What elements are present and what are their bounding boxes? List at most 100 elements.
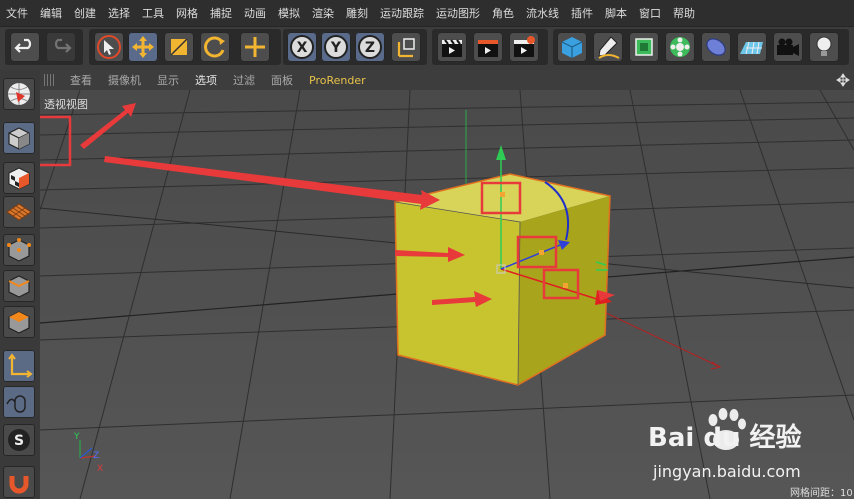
cube-object-button[interactable] bbox=[557, 32, 587, 62]
menu-plugins[interactable]: 插件 bbox=[565, 5, 599, 21]
render-view-button[interactable] bbox=[437, 32, 467, 62]
svg-text:S: S bbox=[14, 433, 24, 449]
menu-select[interactable]: 选择 bbox=[102, 5, 136, 21]
undo-button[interactable] bbox=[10, 32, 40, 62]
scale-icon bbox=[170, 38, 188, 56]
menu-script[interactable]: 脚本 bbox=[599, 5, 633, 21]
menu-edit[interactable]: 编辑 bbox=[34, 5, 68, 21]
polygons-mode-button[interactable] bbox=[3, 306, 35, 338]
deformer-button[interactable] bbox=[701, 32, 731, 62]
z-axis-button[interactable]: Z bbox=[355, 32, 385, 62]
globe-cube-icon bbox=[8, 83, 30, 105]
watermark-url: jingyan.baidu.com bbox=[652, 462, 801, 481]
floor-grid-icon bbox=[740, 41, 763, 55]
axis-handle-x[interactable] bbox=[563, 283, 568, 288]
perspective-viewport[interactable]: Y X Z Bai du 经验 jingyan.baidu.com bbox=[40, 90, 854, 499]
redo-icon bbox=[54, 38, 72, 53]
camera-button[interactable] bbox=[773, 32, 803, 62]
svg-text:Z: Z bbox=[365, 40, 375, 56]
move-tool-button[interactable] bbox=[128, 32, 158, 62]
svg-text:X: X bbox=[297, 40, 308, 56]
snap-button[interactable]: S bbox=[3, 424, 35, 456]
scene-canvas: Y X Z Bai du 经验 jingyan.baidu.com bbox=[40, 90, 854, 499]
cloner-button[interactable] bbox=[665, 32, 695, 62]
edges-mode-button[interactable] bbox=[3, 270, 35, 302]
subdivision-icon bbox=[635, 38, 653, 56]
scale-tool-button[interactable] bbox=[164, 32, 194, 62]
coordinate-system-button[interactable] bbox=[391, 32, 421, 62]
model-mode-button[interactable] bbox=[3, 122, 35, 154]
workplane-mode-button[interactable] bbox=[3, 196, 35, 228]
floor-button[interactable] bbox=[737, 32, 767, 62]
drag-grip-icon[interactable] bbox=[44, 74, 56, 86]
axis-label-y: Y bbox=[73, 432, 80, 442]
menu-animate[interactable]: 动画 bbox=[238, 5, 272, 21]
menu-render[interactable]: 渲染 bbox=[306, 5, 340, 21]
menu-mograph[interactable]: 运动图形 bbox=[430, 5, 486, 21]
render-settings-button[interactable] bbox=[509, 32, 539, 62]
menu-simulate[interactable]: 模拟 bbox=[272, 5, 306, 21]
annotation-box bbox=[40, 115, 72, 167]
locked-workplane-button[interactable] bbox=[3, 466, 35, 498]
x-axis-button[interactable]: X bbox=[287, 32, 317, 62]
magnet-icon bbox=[9, 476, 29, 494]
viewport-menu-panel[interactable]: 面板 bbox=[263, 72, 301, 88]
rotate-tool-button[interactable] bbox=[200, 32, 230, 62]
move-arrows-icon bbox=[132, 36, 154, 58]
crosshair-icon bbox=[245, 37, 265, 57]
viewport-menu-cameras[interactable]: 摄像机 bbox=[100, 72, 149, 88]
menu-character[interactable]: 角色 bbox=[486, 5, 520, 21]
texture-mode-button[interactable] bbox=[3, 162, 35, 194]
menu-bar: 文件 编辑 创建 选择 工具 网格 捕捉 动画 模拟 渲染 雕刻 运动跟踪 运动… bbox=[0, 0, 854, 26]
axis-handle-z[interactable] bbox=[539, 250, 544, 255]
menu-pipeline[interactable]: 流水线 bbox=[520, 5, 565, 21]
axis-handle-y[interactable] bbox=[500, 192, 505, 197]
pen-icon bbox=[598, 36, 620, 59]
tweak-mode-button[interactable] bbox=[3, 386, 35, 418]
points-mode-button[interactable] bbox=[3, 234, 35, 266]
axis-icon bbox=[8, 353, 33, 378]
subdivision-surface-button[interactable] bbox=[629, 32, 659, 62]
viewport-menu-prorender[interactable]: ProRender bbox=[301, 74, 374, 87]
menu-sculpt[interactable]: 雕刻 bbox=[340, 5, 374, 21]
rotate-icon bbox=[204, 36, 225, 58]
y-axis-button[interactable]: Y bbox=[321, 32, 351, 62]
navigate-move-icon[interactable] bbox=[836, 73, 850, 87]
menu-file[interactable]: 文件 bbox=[0, 5, 34, 21]
pen-spline-button[interactable] bbox=[593, 32, 623, 62]
redo-button[interactable] bbox=[46, 32, 76, 62]
axis-mode-button[interactable] bbox=[3, 350, 35, 382]
menu-snap[interactable]: 捕捉 bbox=[204, 5, 238, 21]
render-picture-viewer-button[interactable] bbox=[473, 32, 503, 62]
menu-help[interactable]: 帮助 bbox=[667, 5, 701, 21]
viewport-menu-view[interactable]: 查看 bbox=[62, 72, 100, 88]
clapper-icon bbox=[442, 39, 462, 57]
cube-side-face bbox=[518, 196, 610, 385]
axis-label-x: X bbox=[97, 464, 103, 474]
light-button[interactable] bbox=[809, 32, 839, 62]
axis-label-z: Z bbox=[93, 451, 99, 461]
viewport-menu-options[interactable]: 选项 bbox=[187, 72, 225, 88]
cube-icon bbox=[8, 127, 30, 150]
edges-cube-icon bbox=[8, 275, 30, 298]
viewport-menu-filter[interactable]: 过滤 bbox=[225, 72, 263, 88]
menu-motion-tracking[interactable]: 运动跟踪 bbox=[374, 5, 430, 21]
live-select-button[interactable] bbox=[240, 32, 270, 62]
clapper-gear-icon bbox=[514, 36, 535, 57]
cube-icon bbox=[561, 37, 583, 58]
menu-tools[interactable]: 工具 bbox=[136, 5, 170, 21]
grid-plane-icon bbox=[6, 203, 32, 221]
snap-s-icon: S bbox=[8, 429, 30, 451]
viewport-label: 透视视图 bbox=[44, 98, 88, 111]
cursor-icon bbox=[97, 35, 121, 59]
viewport-menu-display[interactable]: 显示 bbox=[149, 72, 187, 88]
menu-mesh[interactable]: 网格 bbox=[170, 5, 204, 21]
gizmo-y-arrow[interactable] bbox=[496, 145, 506, 160]
select-tool-button[interactable] bbox=[94, 32, 124, 62]
menu-create[interactable]: 创建 bbox=[68, 5, 102, 21]
menu-window[interactable]: 窗口 bbox=[633, 5, 667, 21]
viewport-header: 查看 摄像机 显示 选项 过滤 面板 ProRender bbox=[40, 70, 854, 90]
make-editable-button[interactable] bbox=[3, 78, 35, 110]
undo-icon bbox=[14, 38, 32, 53]
z-axis-icon: Z bbox=[358, 35, 382, 59]
